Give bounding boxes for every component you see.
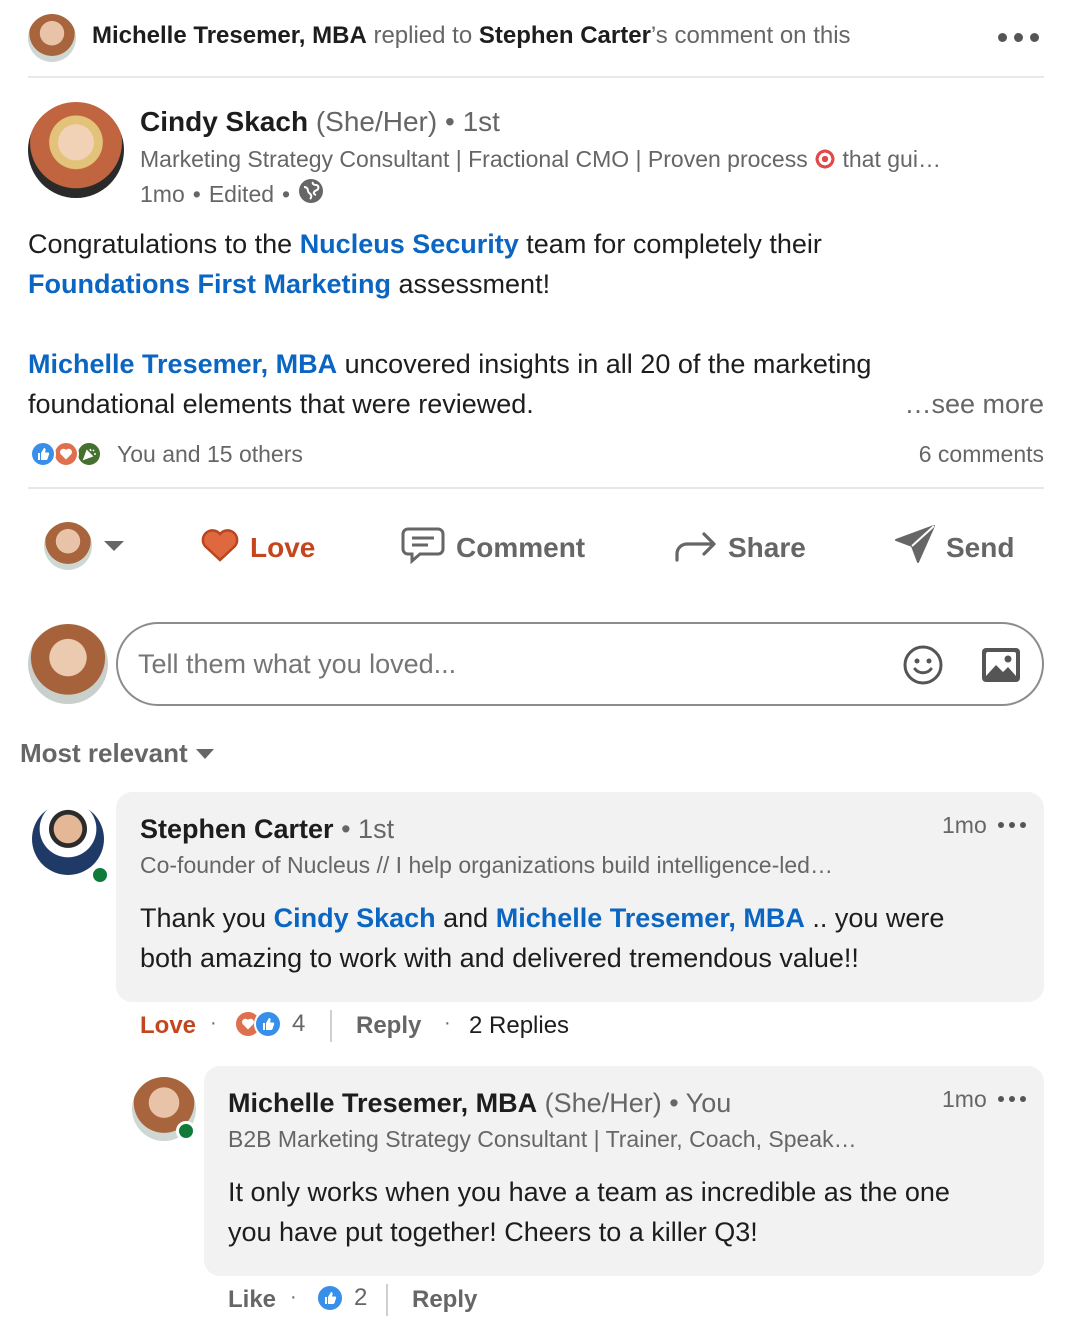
more-options-icon[interactable] <box>998 24 1042 50</box>
reaction-count: 2 <box>354 1284 368 1311</box>
reply-button[interactable]: Reply <box>356 1012 421 1040</box>
comment-composer[interactable] <box>116 622 1044 706</box>
mention-link[interactable]: Cindy Skach <box>274 903 436 933</box>
reply-author-headline: B2B Marketing Strategy Consultant | Trai… <box>228 1126 857 1152</box>
reactor-switcher[interactable] <box>44 522 124 570</box>
reaction-count: 4 <box>292 1010 306 1037</box>
post-meta: 1mo • Edited • <box>140 178 324 210</box>
globe-icon <box>298 178 324 210</box>
heart-icon <box>200 527 240 570</box>
author-headline: Marketing Strategy Consultant | Fraction… <box>140 146 941 173</box>
post-paragraph-1: Congratulations to the Nucleus Security … <box>28 229 822 259</box>
emoji-icon[interactable] <box>902 644 944 691</box>
comment-options-icon[interactable] <box>998 822 1026 828</box>
like-reaction-icon <box>254 1010 282 1038</box>
author-line: Cindy Skach (She/Her) • 1st <box>140 106 500 137</box>
mention-link[interactable]: Michelle Tresemer, MBA <box>496 903 805 933</box>
sort-dropdown[interactable]: Most relevant <box>20 738 214 769</box>
comment-icon <box>400 525 446 572</box>
author-degree: 1st <box>462 106 500 137</box>
header-divider <box>28 76 1044 78</box>
post-paragraph-2: Michelle Tresemer, MBA uncovered insight… <box>28 349 872 379</box>
author-pronouns: (She/Her) <box>315 106 438 137</box>
comment-author-degree: 1st <box>358 814 395 844</box>
reply-options-icon[interactable] <box>998 1096 1026 1102</box>
post-paragraph-2b: foundational elements that were reviewed… <box>28 389 534 419</box>
author-headline-tail: that gui… <box>842 146 941 172</box>
like-reaction-icon <box>30 441 56 467</box>
love-reaction-icon <box>53 441 79 467</box>
comment-author-headline: Co-founder of Nucleus // I help organiza… <box>140 852 833 878</box>
reply-author-name[interactable]: Michelle Tresemer, MBA <box>228 1088 537 1118</box>
activity-actor[interactable]: Michelle Tresemer, MBA <box>92 22 367 49</box>
reply-author-line: Michelle Tresemer, MBA (She/Her) • You <box>228 1088 732 1118</box>
post-time: 1mo <box>140 180 185 207</box>
target-icon <box>814 148 837 170</box>
comment-label: Comment <box>456 532 586 563</box>
comment-author-name[interactable]: Stephen Carter <box>140 814 334 844</box>
love-label: Love <box>250 532 316 563</box>
company-link[interactable]: Nucleus Security <box>300 229 519 259</box>
activity-suffix: ’s comment on this <box>650 22 851 49</box>
reply-bubble: Michelle Tresemer, MBA (She/Her) • You 1… <box>204 1066 1044 1276</box>
composer-avatar <box>28 624 108 704</box>
comment-time: 1mo <box>942 812 987 838</box>
activity-verb: replied to <box>366 22 479 49</box>
comment-button[interactable]: Comment <box>400 523 585 573</box>
online-status-dot <box>176 1121 196 1141</box>
comment-reactions[interactable]: 4 <box>234 1010 305 1038</box>
replies-count-link[interactable]: 2 Replies <box>469 1012 569 1040</box>
send-plane-icon <box>894 524 936 573</box>
author-avatar[interactable] <box>28 102 124 198</box>
reply-text: It only works when you have a team as in… <box>228 1177 950 1247</box>
author-headline-text: Marketing Strategy Consultant | Fraction… <box>140 146 808 172</box>
see-more-link[interactable]: …see more <box>900 384 1044 424</box>
reactor-avatar <box>44 522 92 570</box>
comment-text: Thank you Cindy Skach and Michelle Trese… <box>140 903 945 973</box>
hashtag-link[interactable]: Foundations First Marketing <box>28 269 391 299</box>
comments-count[interactable]: 6 comments <box>844 441 1044 468</box>
like-reaction-icon <box>316 1284 344 1312</box>
send-label: Send <box>946 532 1015 563</box>
online-status-dot <box>90 865 110 885</box>
reply-time: 1mo <box>942 1086 987 1112</box>
caret-down-icon <box>195 748 214 759</box>
activity-target[interactable]: Stephen Carter <box>479 22 651 49</box>
mention-link[interactable]: Michelle Tresemer, MBA <box>28 349 337 379</box>
comment-love-button[interactable]: Love <box>140 1012 196 1040</box>
activity-line: Michelle Tresemer, MBA replied to Stephe… <box>92 22 851 50</box>
post-edited: Edited <box>208 180 275 207</box>
comment-bubble: Stephen Carter • 1st 1mo Co-founder of N… <box>116 792 1044 1002</box>
reply-button[interactable]: Reply <box>412 1286 477 1314</box>
share-arrow-icon <box>674 527 718 570</box>
image-icon[interactable] <box>980 646 1022 689</box>
commenter-avatar[interactable] <box>32 803 104 875</box>
share-button[interactable]: Share <box>674 523 806 573</box>
comment-author-line: Stephen Carter • 1st <box>140 814 395 844</box>
celebrate-reaction-icon <box>76 441 102 467</box>
reply-like-button[interactable]: Like <box>228 1286 276 1314</box>
reply-author-pronouns: (She/Her) <box>544 1088 662 1118</box>
caret-down-icon <box>104 541 124 551</box>
social-divider <box>28 487 1044 489</box>
comment-input[interactable] <box>138 642 878 686</box>
send-button[interactable]: Send <box>894 523 1014 573</box>
love-button[interactable]: Love <box>200 523 315 573</box>
reply-reactions[interactable]: 2 <box>316 1284 367 1312</box>
share-label: Share <box>728 532 806 563</box>
reactions-summary[interactable]: You and 15 others <box>117 441 303 468</box>
post-body: Congratulations to the Nucleus Security … <box>28 224 1044 424</box>
sort-label: Most relevant <box>20 738 188 768</box>
author-name[interactable]: Cindy Skach <box>140 106 308 137</box>
post-paragraph-1b: Foundations First Marketing assessment! <box>28 269 551 299</box>
reply-author-degree: You <box>685 1088 732 1118</box>
actor-avatar[interactable] <box>28 14 76 62</box>
